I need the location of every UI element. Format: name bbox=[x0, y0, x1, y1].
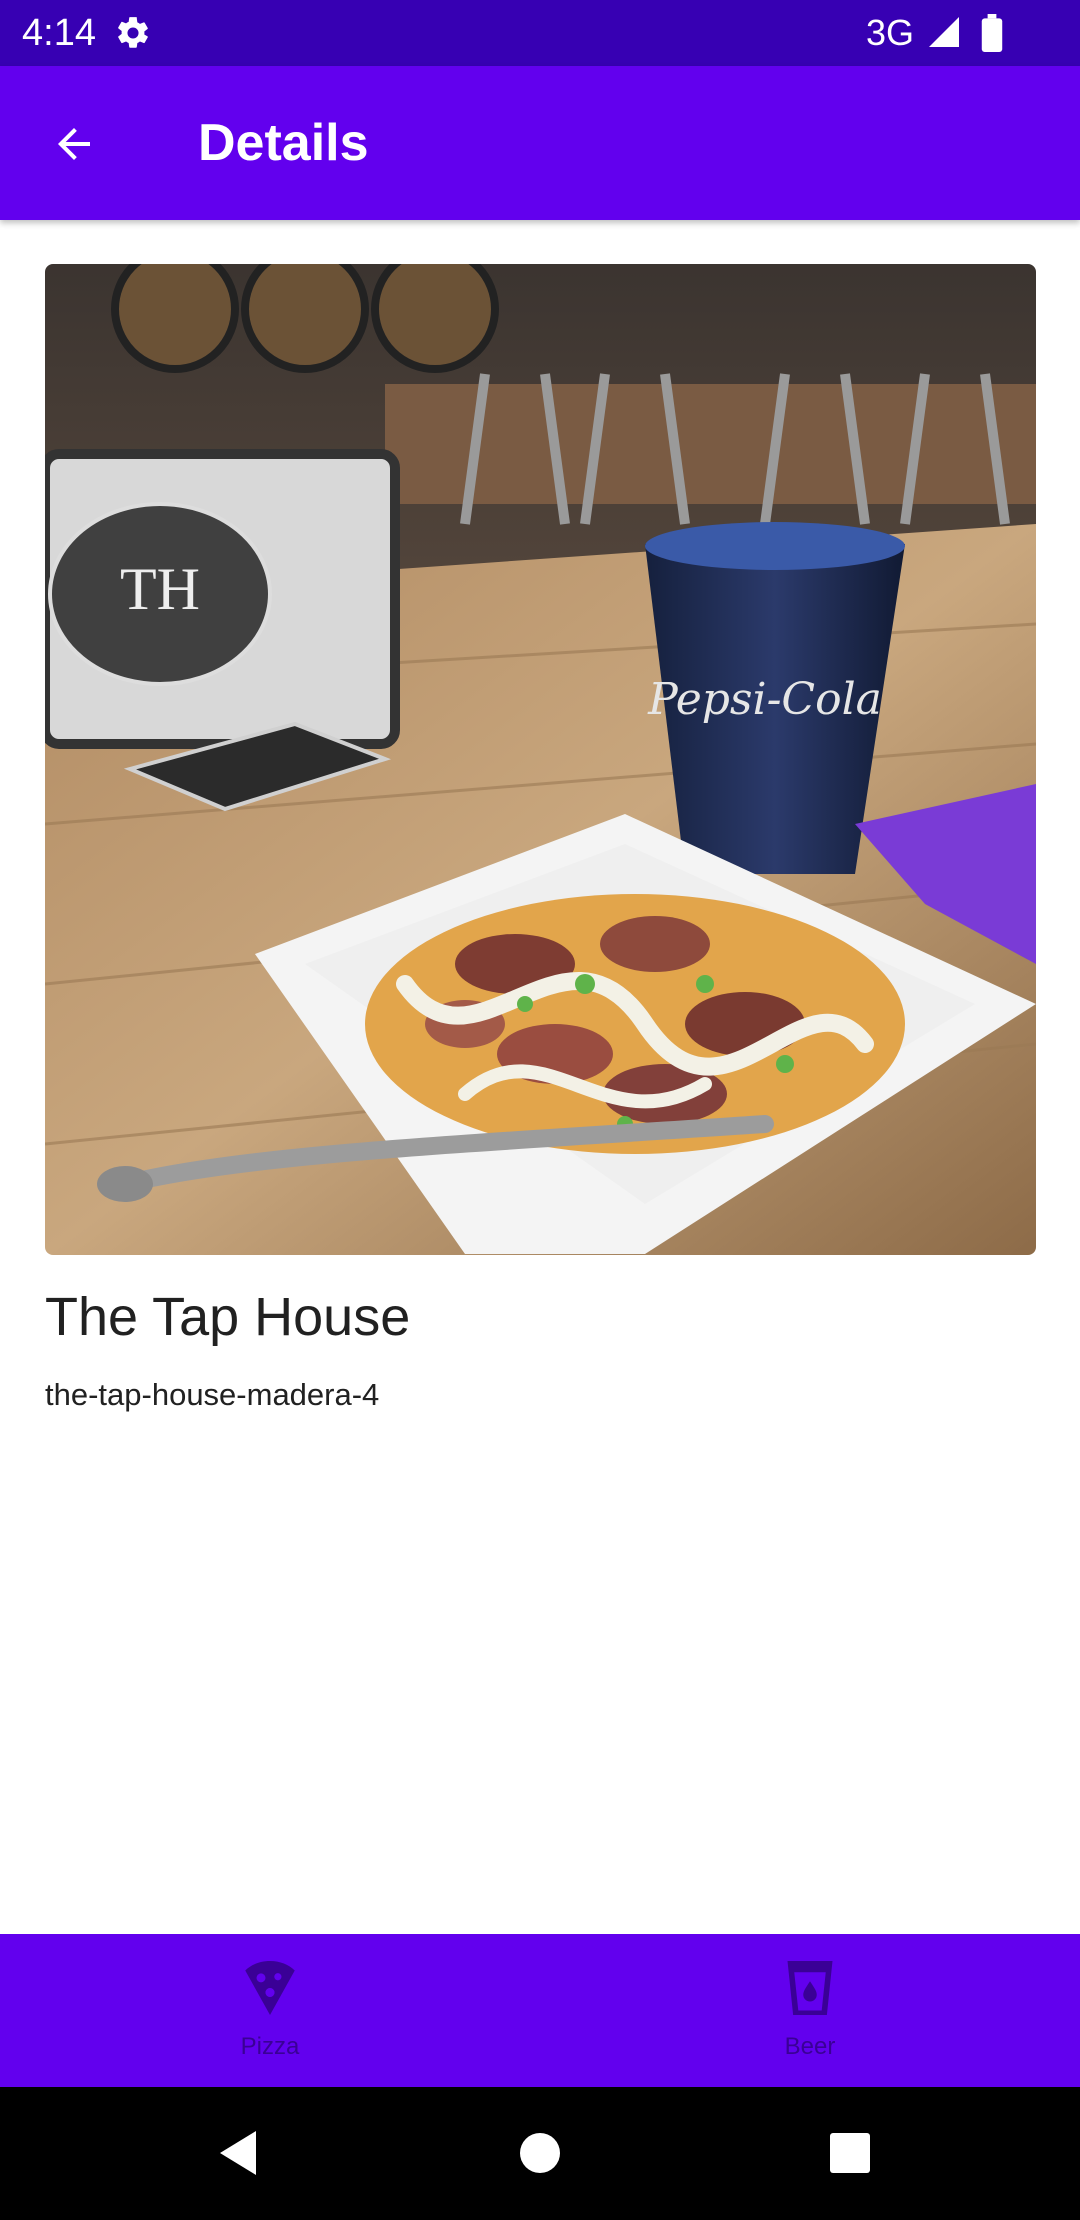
back-button[interactable] bbox=[36, 110, 120, 176]
system-recents-button[interactable] bbox=[810, 2113, 890, 2193]
arrow-back-icon bbox=[58, 128, 90, 160]
system-back-button[interactable] bbox=[200, 2113, 280, 2193]
gear-icon bbox=[118, 17, 148, 48]
signal-icon bbox=[929, 17, 959, 47]
battery-icon bbox=[981, 14, 1003, 52]
place-name: The Tap House bbox=[45, 1287, 411, 1347]
svg-text:TH: TH bbox=[120, 556, 200, 622]
home-circle-icon bbox=[520, 2133, 560, 2173]
page-title: Details bbox=[198, 114, 369, 172]
back-triangle-icon bbox=[220, 2131, 256, 2175]
restaurant-photo: TH Pepsi-Cola bbox=[45, 264, 1036, 1255]
system-home-button[interactable] bbox=[500, 2113, 580, 2193]
details-screen: 4:14 3G Details TH Pepsi-Cola The Tap Ho… bbox=[0, 0, 1080, 2220]
status-time: 4:14 bbox=[22, 12, 96, 54]
nav-label-pizza: Pizza bbox=[240, 2033, 300, 2060]
beer-icon bbox=[787, 1961, 833, 2015]
place-slug: the-tap-house-madera-4 bbox=[45, 1377, 380, 1412]
system-navigation-bar bbox=[0, 2087, 1080, 2220]
nav-label-beer: Beer bbox=[784, 2033, 836, 2060]
bottom-navigation: Pizza Beer bbox=[0, 1934, 1080, 2087]
svg-text:Pepsi-Cola: Pepsi-Cola bbox=[647, 674, 882, 725]
pizza-icon bbox=[245, 1961, 295, 2015]
nav-item-pizza[interactable]: Pizza bbox=[0, 1934, 540, 2087]
recents-square-icon bbox=[830, 2133, 870, 2173]
nav-item-beer[interactable]: Beer bbox=[540, 1934, 1080, 2087]
network-type: 3G bbox=[866, 12, 915, 53]
status-bar: 4:14 3G bbox=[0, 0, 1080, 66]
app-bar: Details bbox=[0, 66, 1080, 220]
photo-illustration: TH Pepsi-Cola bbox=[45, 264, 1036, 1255]
